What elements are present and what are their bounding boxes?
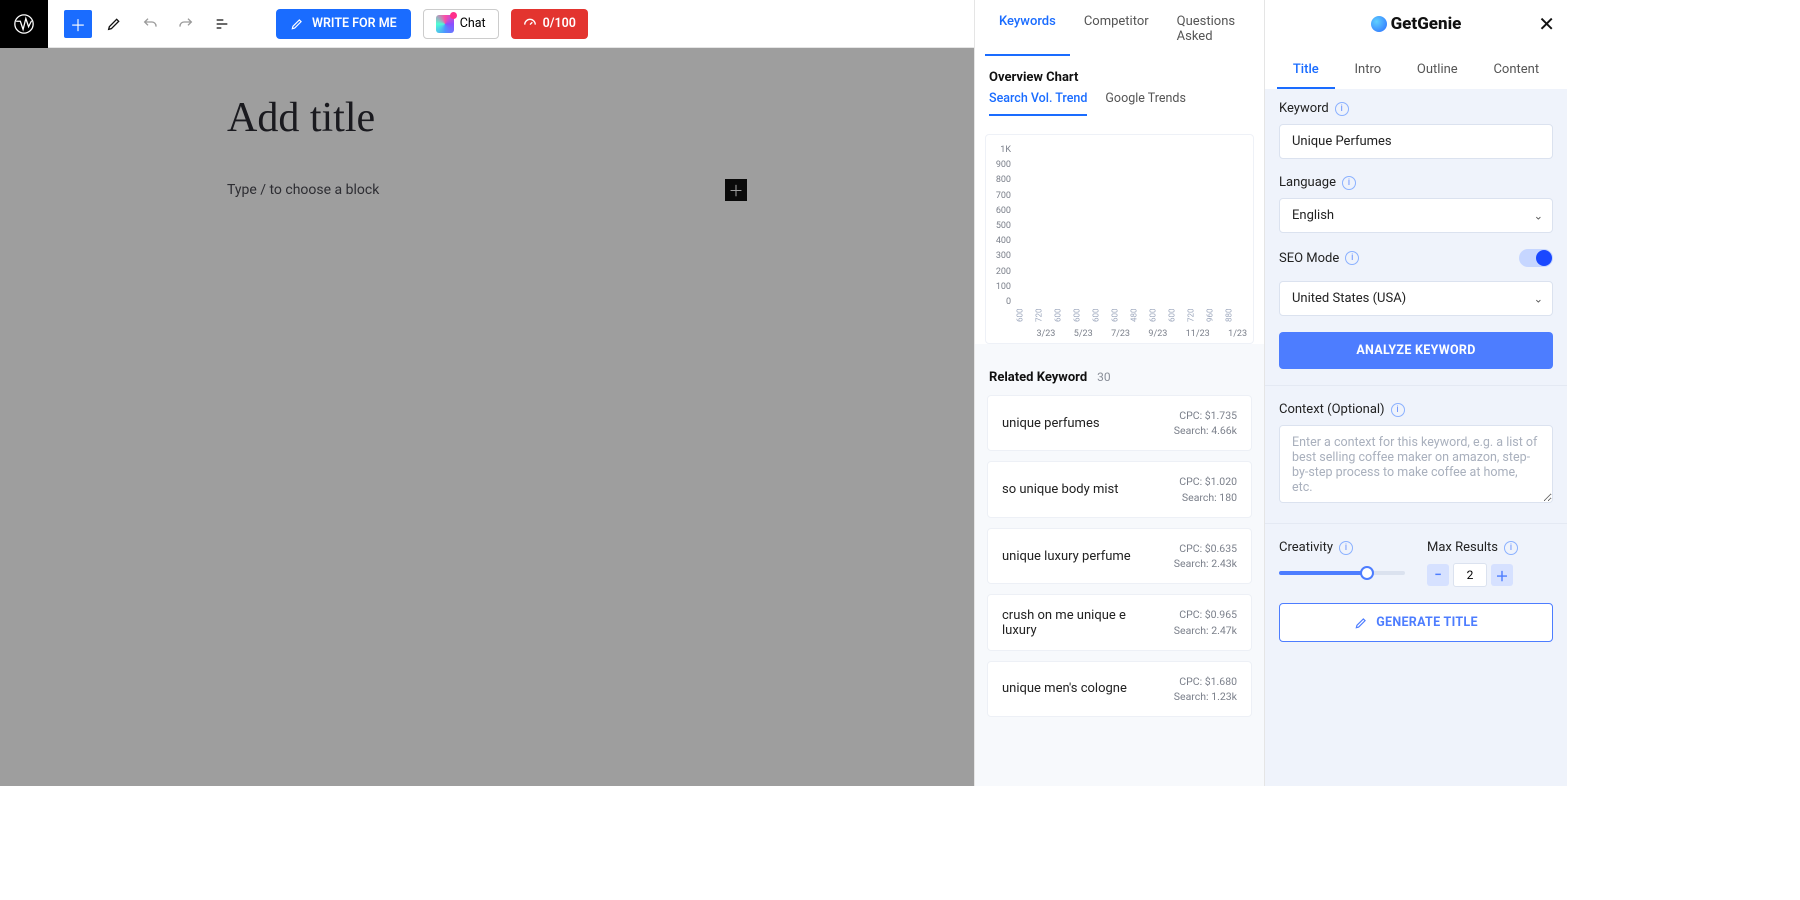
seo-score-button[interactable]: 0/100 xyxy=(511,9,588,39)
keyword-card[interactable]: so unique body mist CPC: $1.020Search: 18… xyxy=(987,461,1252,517)
stepper-increment[interactable]: ＋ xyxy=(1491,564,1513,586)
seo-mode-toggle[interactable] xyxy=(1519,249,1553,267)
keyword-name: unique perfumes xyxy=(1002,416,1100,431)
close-icon[interactable]: ✕ xyxy=(1538,12,1555,36)
language-select[interactable]: English xyxy=(1279,198,1553,233)
getgenie-tabs: Title Intro Outline Content xyxy=(1265,48,1567,89)
search-volume-chart: 1K9008007006005004003002001000 600720600… xyxy=(985,134,1254,344)
keyword-stats: CPC: $0.635Search: 2.43k xyxy=(1174,541,1237,571)
info-icon[interactable]: i xyxy=(1335,102,1349,116)
stepper-value: 2 xyxy=(1453,563,1487,587)
keyword-card[interactable]: unique men's cologne CPC: $1.680Search: 1… xyxy=(987,661,1252,717)
info-icon[interactable]: i xyxy=(1345,251,1359,265)
keyword-label: Keywordi xyxy=(1279,101,1553,116)
keyword-card[interactable]: crush on me unique e luxury CPC: $0.965Se… xyxy=(987,594,1252,650)
overview-subtabs: Search Vol. Trend Google Trends xyxy=(989,91,1250,116)
getgenie-panel: GetGenie ✕ Title Intro Outline Content K… xyxy=(1264,0,1567,786)
max-results-label: Max Resultsi xyxy=(1427,540,1553,555)
tab-content[interactable]: Content xyxy=(1477,48,1555,89)
redo-button[interactable] xyxy=(172,10,200,38)
getgenie-brand-text: GetGenie xyxy=(1391,14,1462,34)
generate-title-button[interactable]: GENERATE TITLE xyxy=(1279,603,1553,642)
keyword-card[interactable]: unique perfumes CPC: $1.735Search: 4.66k xyxy=(987,395,1252,451)
creativity-label: Creativityi xyxy=(1279,540,1405,555)
country-select[interactable]: United States (USA) xyxy=(1279,281,1553,316)
wordpress-logo[interactable] xyxy=(0,0,48,48)
seo-mode-label: SEO Modei xyxy=(1279,251,1359,266)
write-for-me-label: WRITE FOR ME xyxy=(312,16,397,31)
wp-toolbar: ＋ WRITE FOR ME Chat 0/100 xyxy=(0,0,974,48)
genie-chat-icon xyxy=(436,15,454,33)
info-icon[interactable]: i xyxy=(1339,541,1353,555)
keyword-card[interactable]: unique luxury perfume CPC: $0.635Search: … xyxy=(987,528,1252,584)
context-textarea[interactable] xyxy=(1279,425,1553,503)
language-label: Languagei xyxy=(1279,175,1553,190)
keyword-name: unique men's cologne xyxy=(1002,681,1127,696)
overview-chart-title: Overview Chart xyxy=(989,70,1250,85)
related-keyword-count: 30 xyxy=(1097,370,1111,384)
chart-y-axis: 1K9008007006005004003002001000 xyxy=(986,145,1014,307)
undo-button[interactable] xyxy=(136,10,164,38)
context-label: Context (Optional)i xyxy=(1279,402,1553,417)
editor-canvas-wrap: Add title Type / to choose a block ＋ xyxy=(0,48,974,786)
keyword-stats: CPC: $1.680Search: 1.23k xyxy=(1174,674,1237,704)
tab-competitor[interactable]: Competitor xyxy=(1070,0,1163,56)
info-icon[interactable]: i xyxy=(1504,541,1518,555)
edit-icon[interactable] xyxy=(100,10,128,38)
document-outline-button[interactable] xyxy=(208,10,236,38)
subtab-search-vol[interactable]: Search Vol. Trend xyxy=(989,91,1087,116)
keyword-stats: CPC: $0.965Search: 2.47k xyxy=(1174,607,1237,637)
tab-questions[interactable]: Questions Asked xyxy=(1163,0,1254,56)
info-icon[interactable]: i xyxy=(1391,403,1405,417)
analyze-keyword-button[interactable]: ANALYZE KEYWORD xyxy=(1279,332,1553,369)
subtab-google-trends[interactable]: Google Trends xyxy=(1105,91,1185,116)
info-icon[interactable]: i xyxy=(1342,176,1356,190)
keyword-panel: Keywords Competitor Questions Asked Over… xyxy=(974,0,1264,786)
keyword-name: so unique body mist xyxy=(1002,482,1118,497)
related-keyword-title: Related Keyword xyxy=(989,370,1087,385)
getgenie-header: GetGenie ✕ xyxy=(1265,0,1567,48)
keyword-input[interactable] xyxy=(1279,124,1553,159)
keyword-name: unique luxury perfume xyxy=(1002,549,1131,564)
tab-outline[interactable]: Outline xyxy=(1401,48,1474,89)
creativity-slider[interactable] xyxy=(1279,563,1405,583)
chart-bars: 600720600600600600480600600720960880 xyxy=(1024,163,1247,325)
tab-title[interactable]: Title xyxy=(1277,48,1335,89)
keyword-stats: CPC: $1.020Search: 180 xyxy=(1179,474,1237,504)
getgenie-logo-icon xyxy=(1371,16,1387,32)
chat-button[interactable]: Chat xyxy=(423,9,499,39)
getgenie-brand: GetGenie xyxy=(1371,14,1462,34)
keyword-stats: CPC: $1.735Search: 4.66k xyxy=(1174,408,1237,438)
seo-score-value: 0/100 xyxy=(543,16,576,31)
tab-intro[interactable]: Intro xyxy=(1338,48,1397,89)
wordpress-editor: ＋ WRITE FOR ME Chat 0/100 Add title xyxy=(0,0,974,786)
write-for-me-button[interactable]: WRITE FOR ME xyxy=(276,9,411,39)
stepper-decrement[interactable]: − xyxy=(1427,564,1449,586)
keyword-panel-tabs: Keywords Competitor Questions Asked xyxy=(975,0,1264,56)
chat-label: Chat xyxy=(460,16,486,31)
related-keyword-list: unique perfumes CPC: $1.735Search: 4.66k s… xyxy=(975,395,1264,717)
add-block-button[interactable]: ＋ xyxy=(64,10,92,38)
keyword-name: crush on me unique e luxury xyxy=(1002,608,1132,638)
editor-dim-overlay xyxy=(0,48,974,786)
tab-keywords[interactable]: Keywords xyxy=(985,0,1070,56)
chart-x-axis: 3/235/237/239/2311/231/23 xyxy=(1024,329,1247,339)
max-results-stepper: − 2 ＋ xyxy=(1427,563,1553,587)
